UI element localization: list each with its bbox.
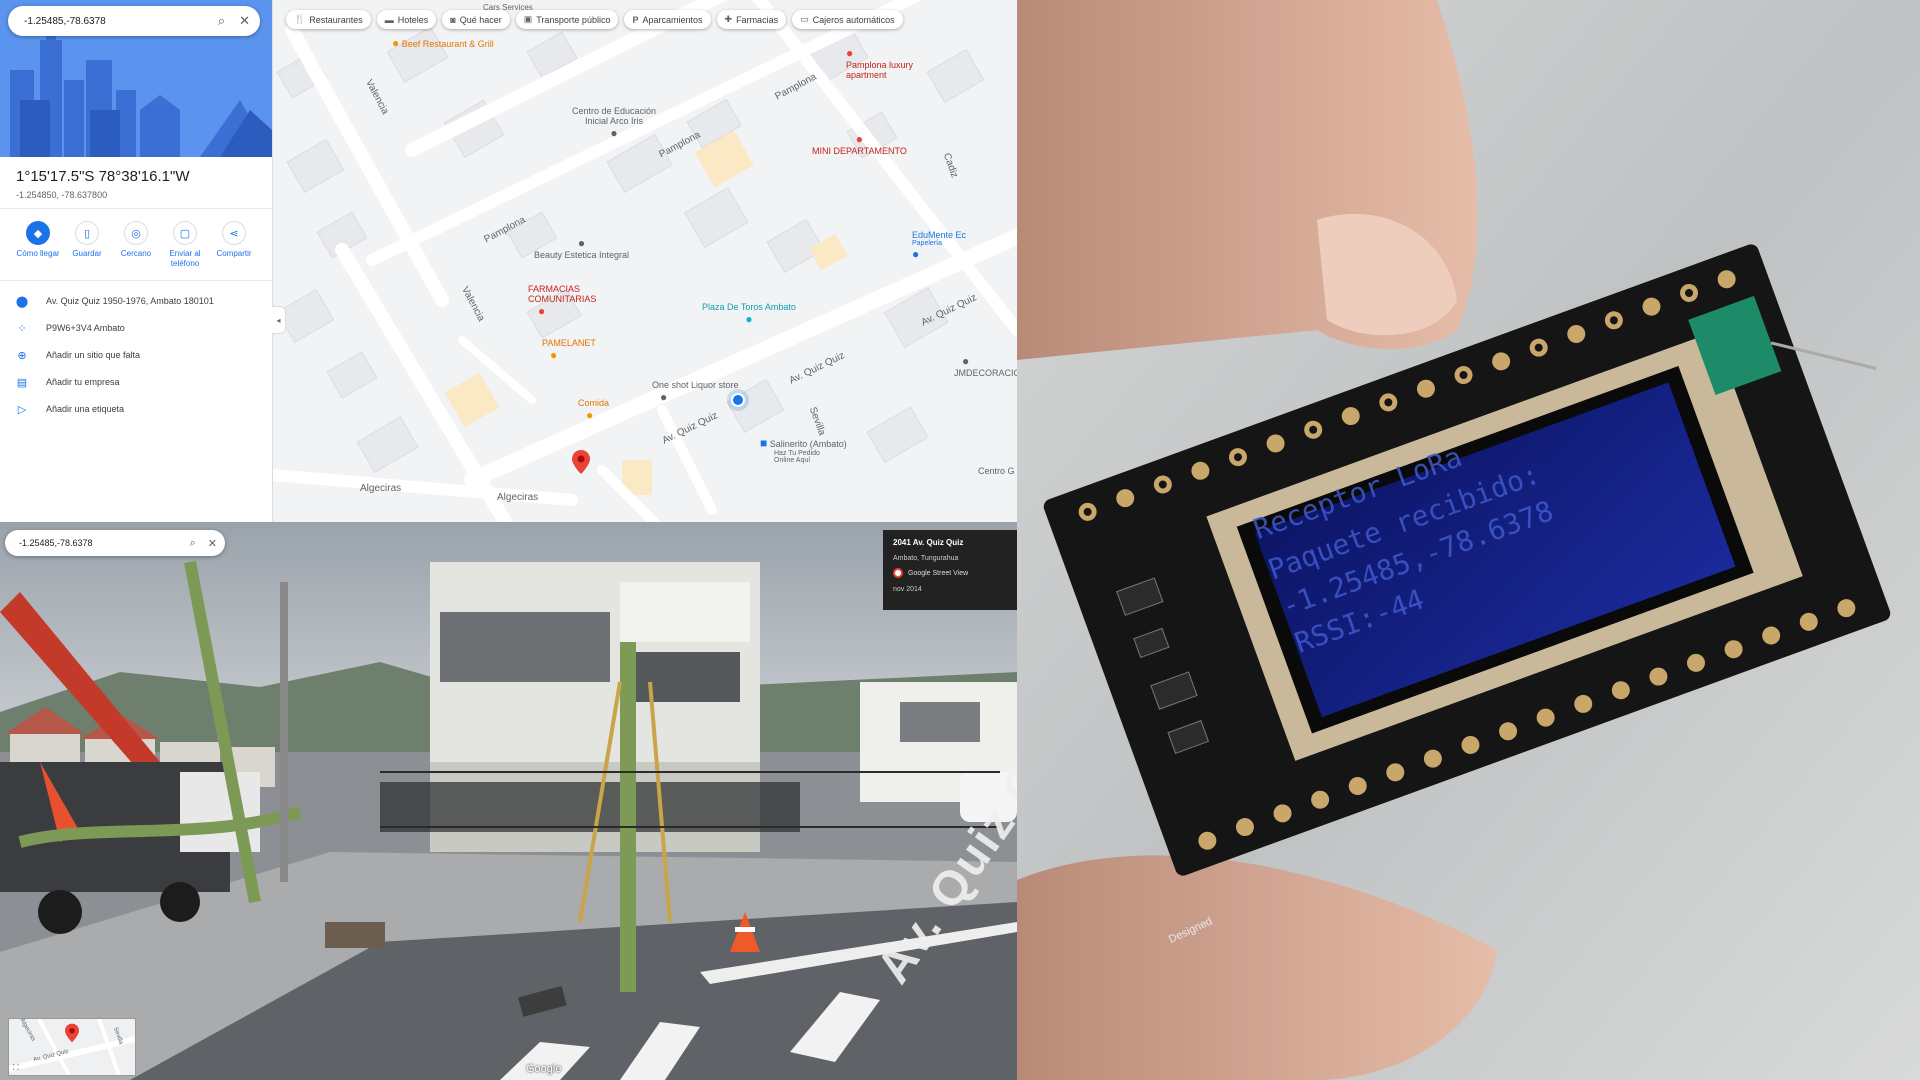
street-view-panel[interactable]: Av. Quiz Quiz ⌕ ✕ 2041 Av. Quiz Quiz Amb…	[0, 522, 1017, 1080]
cafe-marker-icon: ●	[550, 348, 558, 362]
minimap-pin-icon	[65, 1023, 79, 1043]
poi-edumente[interactable]: EduMente Ec Papelería ●	[912, 230, 966, 261]
street-label-algeciras: Algeciras	[497, 492, 539, 503]
hotel-marker-icon: ●	[846, 46, 854, 60]
divider	[0, 208, 272, 209]
map-search-input[interactable]	[22, 14, 218, 28]
add-business-icon: ▤	[16, 376, 28, 389]
category-chips: 🍴 Restaurantes ▬ Hoteles ◙ Qué hacer ▣ Trans…	[286, 10, 903, 29]
pharmacy-icon: ✚	[724, 14, 733, 24]
save-button[interactable]: ▯ Guardar	[59, 221, 115, 259]
current-location-dot	[731, 393, 745, 407]
nearby-icon: ◎	[124, 221, 148, 245]
plus-code-icon: ⁘	[17, 322, 27, 335]
chip-farmacias[interactable]: ✚ Farmacias	[716, 10, 787, 29]
chip-que-hacer[interactable]: ◙ Qué hacer	[442, 10, 510, 29]
info-row-add-label[interactable]: ▷ Añadir una etiqueta	[14, 399, 124, 419]
dropped-pin-icon[interactable]	[572, 450, 590, 474]
hero-illustration: ⌕ ✕	[0, 0, 272, 157]
poi-comida[interactable]: Comida ●	[578, 398, 609, 422]
close-icon[interactable]: ✕	[208, 537, 217, 550]
search-icon[interactable]: ⌕	[218, 13, 225, 29]
location-pin-icon: ⬤	[15, 295, 29, 308]
hotel-marker-icon: ●	[855, 132, 864, 146]
chevron-left-icon: ◂	[276, 315, 281, 325]
atm-icon: ▭	[800, 14, 809, 24]
beauty-marker-icon: ●	[577, 236, 586, 250]
liquor-marker-icon: ●	[660, 390, 668, 404]
bookmark-icon: ▯	[75, 221, 99, 245]
street-view-search-input[interactable]	[17, 537, 190, 549]
share-button[interactable]: ⋖ Compartir	[206, 221, 262, 259]
chip-hoteles[interactable]: ▬ Hoteles	[376, 10, 437, 29]
collapse-panel-button[interactable]: ◂	[272, 306, 286, 334]
street-label-algeciras: Algeciras	[360, 483, 402, 494]
poi-beauty-estetica[interactable]: ● Beauty Estetica Integral	[534, 236, 629, 260]
poi-jmdecoracio[interactable]: ● JMDECORACIO	[954, 354, 1017, 378]
search-icon[interactable]: ⌕	[190, 537, 196, 550]
poi-centro-g[interactable]: Centro G	[978, 466, 1015, 476]
poi-pamplona-apartment[interactable]: ● Pamplona luxury apartment	[846, 46, 926, 80]
info-row-add-business[interactable]: ▤ Añadir tu empresa	[14, 372, 120, 392]
phone-icon: ▢	[173, 221, 197, 245]
poi-plaza-de-toros[interactable]: Plaza De Toros Ambato ●	[702, 302, 796, 326]
place-side-panel: ⌕ ✕ 1°15'17.5"S 78°38'16.1"W -1.254850, …	[0, 0, 273, 522]
poi-salinerito[interactable]: ■ Salinerito (Ambato) Haz Tu Pedido Onli…	[760, 436, 847, 464]
google-logo-icon	[893, 568, 903, 578]
poi-pamelanet[interactable]: PAMELANET ●	[542, 338, 596, 362]
label-icon: ▷	[17, 403, 27, 416]
device-photo-panel: Receptor LoRa Paquete recibido: -1.25485…	[1017, 0, 1920, 1080]
shop-marker-icon: ●	[962, 354, 970, 368]
divider	[0, 280, 272, 281]
street-view-info-card: 2041 Av. Quiz Quiz Ambato, Tungurahua Go…	[883, 530, 1017, 610]
chip-restaurantes[interactable]: 🍴 Restaurantes	[286, 10, 371, 29]
send-to-phone-button[interactable]: ▢ Enviar al teléfono	[157, 221, 213, 269]
share-icon: ⋖	[222, 221, 246, 245]
directions-button[interactable]: ◆ Cómo llegar	[10, 221, 66, 259]
restaurant-marker-icon: ●	[392, 36, 400, 50]
poi-beef-restaurant[interactable]: ● Beef Restaurant & Grill	[392, 36, 494, 50]
poi-arco-iris[interactable]: Centro de Educación Inicial Arco Iris ●	[568, 106, 660, 140]
camera-icon: ◙	[450, 14, 456, 25]
google-watermark: Google	[526, 1063, 562, 1075]
bed-icon: ▬	[384, 14, 394, 25]
shop-marker-icon: ●	[912, 247, 920, 261]
utensils-icon: 🍴	[294, 14, 306, 24]
google-maps-panel: Valencia Valencia Pamplona Pamplona Pamp…	[0, 0, 1017, 522]
poi-mini-departamento[interactable]: ● MINI DEPARTAMENTO	[812, 132, 907, 156]
cart-marker-icon: ■	[760, 436, 768, 450]
poi-farmacias-comunitarias[interactable]: FARMACIAS COMUNITARIAS ●	[528, 284, 608, 318]
directions-icon: ◆	[26, 221, 50, 245]
close-icon[interactable]: ✕	[239, 13, 250, 29]
info-row-address[interactable]: ⬤ Av. Quiz Quiz 1950-1976, Ambato 180101	[14, 291, 214, 311]
parking-icon: P	[632, 14, 639, 25]
info-row-add-place[interactable]: ⊕ Añadir un sitio que falta	[14, 345, 140, 365]
nearby-button[interactable]: ◎ Cercano	[108, 221, 164, 259]
restaurant-marker-icon: ●	[586, 408, 594, 422]
school-marker-icon: ●	[610, 126, 618, 140]
info-row-plus-code[interactable]: ⁘ P9W6+3V4 Ambato	[14, 318, 124, 338]
chip-aparcamientos[interactable]: P Aparcamientos	[624, 10, 711, 29]
map-search-box[interactable]: ⌕ ✕	[8, 6, 260, 36]
street-view-image[interactable]	[0, 522, 1017, 1080]
landmark-marker-icon: ●	[745, 312, 753, 326]
poi-one-shot[interactable]: One shot Liquor store ●	[652, 380, 739, 404]
street-view-search-box[interactable]: ⌕ ✕	[5, 530, 225, 556]
fullscreen-icon[interactable]: ⛶	[13, 1063, 19, 1073]
bus-icon: ▣	[523, 14, 533, 24]
pharmacy-marker-icon: ●	[538, 304, 546, 318]
place-title-dms: 1°15'17.5"S 78°38'16.1"W	[16, 168, 190, 185]
chip-cajeros[interactable]: ▭ Cajeros automáticos	[792, 10, 903, 29]
chip-transporte-publico[interactable]: ▣ Transporte público	[515, 10, 619, 29]
street-view-minimap[interactable]: Av. Quiz Quiz Sevilla Algeciras ⛶	[8, 1018, 136, 1076]
add-place-icon: ⊕	[17, 349, 27, 362]
place-subtitle-decimal: -1.254850, -78.637800	[16, 190, 108, 200]
